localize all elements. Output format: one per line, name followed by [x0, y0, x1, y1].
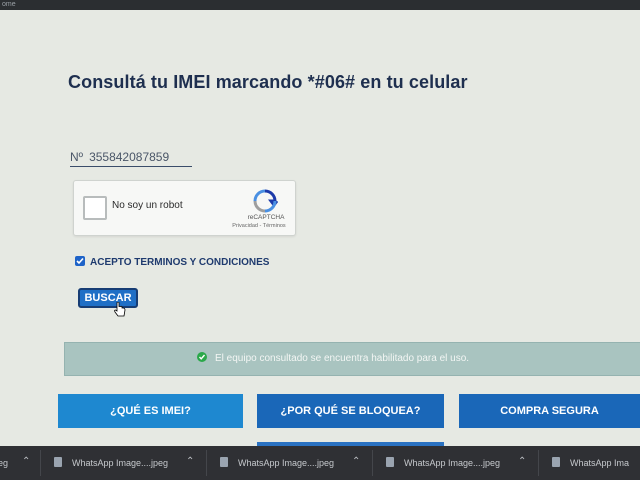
recaptcha-checkbox[interactable] — [83, 196, 107, 220]
downloads-bar: eg ⌃ WhatsApp Image....jpeg ⌃ WhatsApp I… — [0, 446, 640, 480]
divider — [372, 450, 373, 476]
browser-top-bar: ome — [0, 0, 640, 10]
download-item[interactable]: WhatsApp Image....jpeg — [54, 455, 168, 471]
chevron-up-icon[interactable]: ⌃ — [186, 456, 194, 467]
divider — [40, 450, 41, 476]
chevron-up-icon[interactable]: ⌃ — [352, 456, 360, 467]
imei-value: 355842087859 — [89, 150, 170, 164]
page-title: Consultá tu IMEI marcando *#06# en tu ce… — [68, 72, 468, 92]
imei-page: Consultá tu IMEI marcando *#06# en tu ce… — [0, 10, 640, 446]
status-alert: El equipo consultado se encuentra habili… — [64, 342, 640, 376]
imei-input[interactable]: Nº 355842087859 — [70, 148, 192, 167]
file-icon — [54, 457, 62, 467]
alert-text: El equipo consultado se encuentra habili… — [215, 353, 470, 364]
file-icon — [220, 457, 228, 467]
terms-label: ACEPTO TERMINOS Y CONDICIONES — [90, 257, 270, 268]
recaptcha-widget: No soy un robot reCAPTCHA Privacidad - T… — [73, 180, 296, 236]
recaptcha-label: No soy un robot — [112, 200, 183, 211]
hand-cursor-icon — [114, 302, 126, 317]
top-bar-text: ome — [2, 1, 16, 8]
terms-checkbox-row[interactable]: ACEPTO TERMINOS Y CONDICIONES — [75, 256, 269, 270]
file-icon — [552, 457, 560, 467]
nav-por-que-se-bloquea-button[interactable]: ¿POR QUÉ SE BLOQUEA? — [257, 394, 444, 428]
terms-checkbox[interactable] — [75, 256, 85, 266]
check-circle-icon — [197, 352, 207, 362]
check-icon — [76, 257, 84, 265]
chevron-up-icon[interactable]: ⌃ — [22, 456, 30, 467]
nav-compra-segura-button[interactable]: COMPRA SEGURA — [459, 394, 640, 428]
download-item[interactable]: WhatsApp Image....jpeg — [386, 455, 500, 471]
file-icon — [386, 457, 394, 467]
divider — [538, 450, 539, 476]
recaptcha-links[interactable]: Privacidad - Términos — [224, 223, 294, 229]
download-item[interactable]: WhatsApp Image....jpeg — [220, 455, 334, 471]
imei-prefix: Nº — [70, 150, 84, 164]
chevron-up-icon[interactable]: ⌃ — [518, 456, 526, 467]
nav-que-es-imei-button[interactable]: ¿QUÉ ES IMEI? — [58, 394, 243, 428]
download-item-partial[interactable]: eg — [0, 455, 8, 471]
divider — [206, 450, 207, 476]
recaptcha-logo-icon — [253, 189, 278, 213]
recaptcha-brand: reCAPTCHA — [247, 214, 285, 221]
search-button[interactable]: BUSCAR — [78, 288, 138, 308]
download-item[interactable]: WhatsApp Ima — [552, 455, 629, 471]
